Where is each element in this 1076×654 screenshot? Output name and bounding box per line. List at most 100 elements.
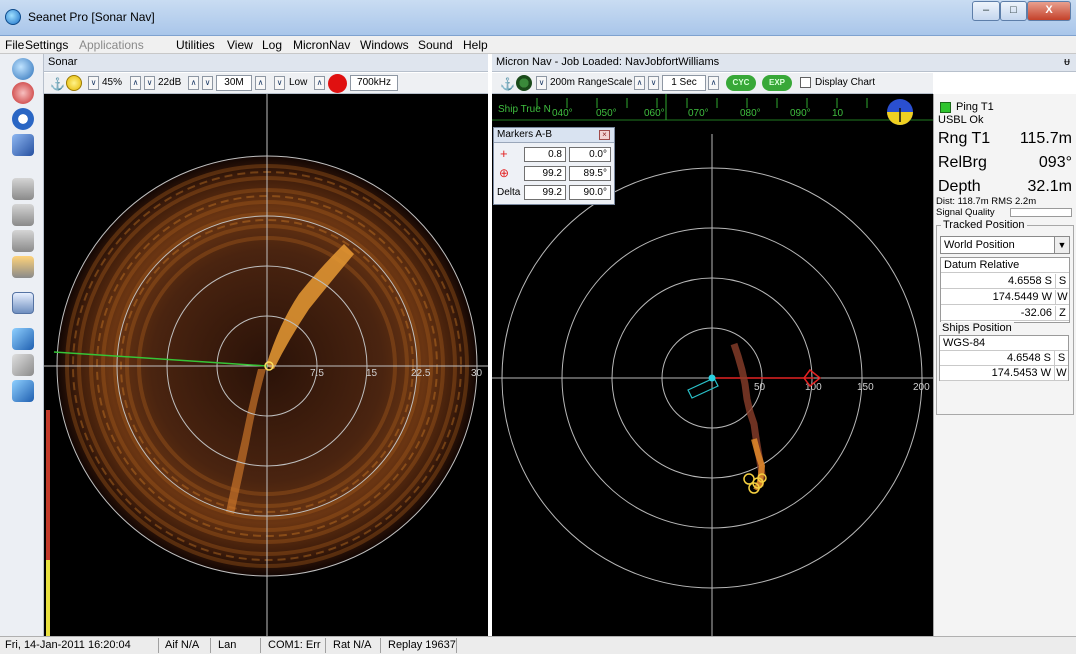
target-app-icon[interactable]	[12, 108, 34, 130]
pin-icon[interactable]: ᵾ	[1064, 54, 1070, 71]
tracked-depth-unit: Z	[1055, 306, 1069, 321]
compass-tick-2: 050°	[596, 108, 617, 119]
gain-down-button[interactable]: ∨	[88, 76, 99, 90]
tracked-lon-unit: W	[1055, 290, 1069, 305]
dist-rms: Dist: 118.7m RMS 2.2m	[936, 196, 1037, 207]
menu-windows[interactable]: Windows	[360, 38, 409, 52]
flag-icon[interactable]	[12, 328, 34, 350]
menu-utilities[interactable]: Utilities	[176, 38, 215, 52]
maximize-button[interactable]: □	[1000, 1, 1027, 21]
markers-title: Markers A-B	[497, 129, 553, 140]
sonar-range-label-3: 22.5	[411, 368, 431, 379]
printer-icon[interactable]	[12, 178, 34, 200]
ships-lat: 4.6548 S	[940, 351, 1054, 366]
close-button[interactable]: X	[1027, 1, 1071, 21]
nav-panel-title: Micron Nav - Job Loaded: NavJobfortWilli…	[496, 56, 720, 68]
printer-alt-icon[interactable]	[12, 204, 34, 226]
gain-up-button[interactable]: ∧	[130, 76, 141, 90]
anchor-icon[interactable]: ⚓	[50, 77, 65, 91]
menu-micronnav[interactable]: MicronNav	[293, 38, 350, 52]
compass-tick-5: 080°	[740, 108, 761, 119]
sonar-image: 7.5 15 22.5 30	[44, 94, 488, 636]
interval-up-button[interactable]: ∧	[708, 76, 719, 90]
exp-button[interactable]: EXP	[762, 75, 792, 91]
contrast-up-button[interactable]: ∧	[188, 76, 199, 90]
status-replay: Replay 19637	[388, 639, 456, 651]
status-com: COM1: Err	[268, 639, 321, 651]
flag-grey-icon[interactable]	[12, 354, 34, 376]
menu-settings[interactable]: Settings	[25, 38, 68, 52]
frequency-value[interactable]: 700kHz	[350, 75, 398, 91]
nav-range-label-3: 150	[857, 382, 874, 393]
nav-range-label-4: 200	[913, 382, 930, 393]
sonar-app-icon[interactable]	[12, 58, 34, 80]
menu-help[interactable]: Help	[463, 38, 488, 52]
ships-position-title: Ships Position	[940, 322, 1014, 334]
markers-panel: Markers A-B × + 0.8 0.0° ⊕ 99.2 89.5° De…	[493, 127, 615, 205]
depth-label: Depth	[938, 178, 981, 195]
marker-a-range: 0.8	[524, 147, 566, 162]
compass-tick-1: 040°	[552, 108, 573, 119]
range-down-button[interactable]: ∨	[202, 76, 213, 90]
menu-log[interactable]: Log	[262, 38, 282, 52]
attitude-indicator-icon	[887, 99, 913, 125]
close-icon[interactable]: ×	[599, 130, 610, 140]
menu-file[interactable]: File	[5, 38, 24, 52]
interval-value[interactable]: 1 Sec	[662, 75, 706, 91]
tracked-lat: 4.6558 S	[941, 274, 1055, 289]
sonar-display[interactable]: 7.5 15 22.5 30	[44, 94, 488, 636]
depth-value: 32.1m	[1027, 178, 1072, 195]
sonar-toolbar: ⚓ ∨ 45% ∧ ∨ 22dB ∧ ∨ 30M ∧ ∨ Low ∧ 700kH…	[44, 73, 488, 94]
ping-status-icon	[940, 102, 951, 113]
contrast-down-button[interactable]: ∨	[144, 76, 155, 90]
display-chart-checkbox[interactable]	[800, 77, 811, 88]
range-scale-up-button[interactable]: ∧	[634, 76, 645, 90]
title-bar: Seanet Pro [Sonar Nav] – □ X	[0, 0, 1076, 36]
mode-up-button[interactable]: ∧	[314, 76, 325, 90]
menu-sound[interactable]: Sound	[418, 38, 453, 52]
window-icon[interactable]	[12, 292, 34, 314]
ships-lon: 174.5453 W	[940, 366, 1054, 381]
menu-applications[interactable]: Applications	[79, 38, 144, 52]
delta-label: Delta	[497, 187, 521, 198]
app-icon	[5, 9, 21, 25]
range-scale-down-button[interactable]: ∨	[536, 76, 547, 90]
status-bar: Fri, 14-Jan-2011 16:20:04 Aif N/A Lan CO…	[0, 636, 1076, 654]
status-lan: Lan	[218, 639, 237, 651]
menu-bar: File Settings Applications Utilities Vie…	[0, 36, 1076, 54]
tracked-lat-unit: S	[1055, 274, 1069, 289]
printers-icon[interactable]	[12, 230, 34, 252]
nav-range-label-1: 50	[754, 382, 766, 393]
record-icon[interactable]	[328, 74, 347, 93]
flag-blue-icon[interactable]	[12, 380, 34, 402]
cube-icon[interactable]	[12, 134, 34, 156]
range-up-button[interactable]: ∧	[255, 76, 266, 90]
minimize-button[interactable]: –	[972, 1, 1000, 21]
nav-anchor-icon[interactable]: ⚓	[500, 77, 515, 91]
range-value[interactable]: 30M	[216, 75, 252, 91]
sonar-panel-header: Sonar	[44, 54, 488, 72]
print-settings-icon[interactable]	[12, 256, 34, 278]
cyc-button[interactable]: CYC	[726, 75, 756, 91]
menu-view[interactable]: View	[227, 38, 253, 52]
track-icon[interactable]	[516, 75, 532, 91]
marker-b-range: 99.2	[524, 166, 566, 181]
marker-a-bearing: 0.0°	[569, 147, 611, 162]
interval-down-button[interactable]: ∨	[648, 76, 659, 90]
signal-quality-bar	[1010, 208, 1072, 217]
compass-label: Ship True N	[498, 104, 551, 115]
relbrg-label: RelBrg	[938, 154, 987, 171]
ships-position-group: Ships Position WGS-84 4.6548 S S 174.545…	[936, 322, 1074, 382]
range-value: 115.7m	[1019, 130, 1072, 147]
usbl-status: USBL Ok	[938, 114, 984, 126]
signal-quality-label: Signal Quality	[936, 207, 995, 218]
display-chart-label: Display Chart	[815, 77, 876, 88]
mode-down-button[interactable]: ∨	[274, 76, 285, 90]
status-datetime: Fri, 14-Jan-2011 16:20:04	[5, 639, 131, 651]
position-type-select[interactable]: World Position ▼	[940, 236, 1070, 254]
gain-indicator-icon	[66, 75, 82, 91]
record-app-icon[interactable]	[12, 82, 34, 104]
dropdown-arrow-icon[interactable]: ▼	[1054, 237, 1069, 253]
marker-b-bearing: 89.5°	[569, 166, 611, 181]
ping-label: Ping T1	[956, 101, 994, 113]
